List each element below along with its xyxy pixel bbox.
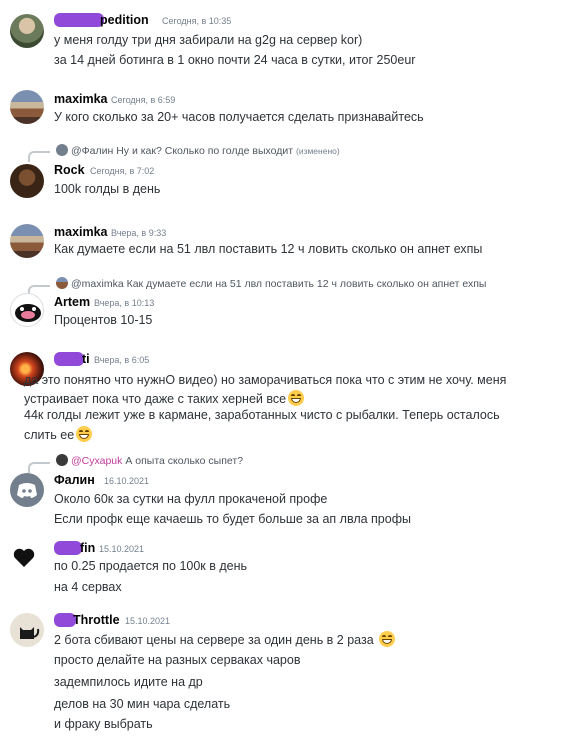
reply-connector xyxy=(28,462,50,473)
reply-connector xyxy=(28,151,50,162)
reply-author: @Фалин xyxy=(71,145,114,157)
artem-avatar-art xyxy=(15,304,41,322)
author-name[interactable]: Фалин xyxy=(54,473,95,487)
author-name[interactable]: Throttle xyxy=(73,613,120,627)
avatar[interactable] xyxy=(10,164,44,198)
cat-avatar-art xyxy=(20,627,40,639)
message-text: задемпилось идите на др xyxy=(54,675,203,689)
timestamp: Сегодня, в 6:59 xyxy=(111,95,176,105)
message-text-content: устраивает пока что даже с таких херней … xyxy=(24,392,287,406)
message-text: Около 60к за сутки на фулл прокаченой пр… xyxy=(54,492,328,506)
message-text: делов на 30 мин чара сделать xyxy=(54,697,231,711)
reply-author: @Сухарuk xyxy=(71,455,123,467)
timestamp: Вчера, в 6:05 xyxy=(94,355,150,365)
redaction-bar xyxy=(54,352,84,366)
author-name[interactable]: Rock xyxy=(54,163,85,177)
message-text: устраивает пока что даже с таких херней … xyxy=(24,390,305,406)
timestamp: Сегодня, в 10:35 xyxy=(162,16,232,26)
message-text: Как думаете если на 51 лвл поставить 12 … xyxy=(54,242,483,256)
redaction-bar xyxy=(54,13,104,27)
avatar xyxy=(56,277,68,289)
author-name[interactable]: pedition xyxy=(100,13,149,27)
avatar xyxy=(56,454,68,466)
discord-logo-icon[interactable] xyxy=(10,473,44,507)
redaction-bar xyxy=(54,541,82,555)
message-text: 100k голды в день xyxy=(54,182,161,196)
author-name[interactable]: ti xyxy=(82,352,90,366)
avatar[interactable] xyxy=(10,613,44,647)
author-name[interactable]: maximka xyxy=(54,92,108,106)
timestamp: 15.10.2021 xyxy=(99,544,145,554)
discord-logo-art xyxy=(17,483,37,498)
grinning-face-emoji xyxy=(288,390,305,406)
message-text: по 0.25 продается по 100к в день xyxy=(54,559,248,573)
avatar[interactable] xyxy=(10,224,44,258)
message-text: Процентов 10-15 xyxy=(54,313,153,327)
black-heart-icon[interactable] xyxy=(12,546,36,570)
message-text: 2 бота сбивают цены на сервере за один д… xyxy=(54,631,396,647)
author-name[interactable]: Artem xyxy=(54,295,90,309)
avatar[interactable] xyxy=(10,90,44,124)
reply-text: Ну и как? Сколько по голде выходит xyxy=(116,145,294,157)
reply-preview[interactable]: @maximka Как думаете если на 51 лвл пост… xyxy=(56,277,486,290)
reply-text: А опыта сколько сыпет? xyxy=(125,455,244,467)
message-text: да это понятно что нужнО видео) но замор… xyxy=(24,373,507,387)
message-text: за 14 дней ботинга в 1 окно почти 24 час… xyxy=(54,53,416,67)
timestamp: 15.10.2021 xyxy=(125,616,171,626)
message-text: на 4 сервах xyxy=(54,580,122,594)
author-name[interactable]: fin xyxy=(80,541,95,555)
avatar[interactable] xyxy=(10,14,44,48)
message-text: 44к голды лежит уже в кармане, заработан… xyxy=(24,408,500,422)
message-text-content: 2 бота сбивают цены на сервере за один д… xyxy=(54,633,374,647)
grinning-face-emoji xyxy=(379,631,396,647)
discord-logo-icon xyxy=(56,144,68,156)
timestamp: Вчера, в 10:13 xyxy=(94,298,155,308)
message-text: У кого сколько за 20+ часов получается с… xyxy=(54,110,424,124)
reply-preview[interactable]: @Фалин Ну и как? Сколько по голде выходи… xyxy=(56,144,340,157)
timestamp: Сегодня, в 7:02 xyxy=(90,166,155,176)
avatar[interactable] xyxy=(10,293,44,327)
grinning-face-emoji xyxy=(76,426,93,442)
edited-label: (изменено) xyxy=(295,146,340,156)
reply-preview[interactable]: @Сухарuk А опыта сколько сыпет? xyxy=(56,454,243,467)
message-text: слить ее xyxy=(24,426,93,442)
reply-author: @maximka xyxy=(71,278,124,290)
author-name[interactable]: maximka xyxy=(54,225,108,239)
timestamp: Вчера, в 9:33 xyxy=(111,228,167,238)
reply-text: Как думаете если на 51 лвл поставить 12 … xyxy=(126,278,487,290)
message-text: и фраку выбрать xyxy=(54,717,153,731)
message-text: просто делайте на разных серваках чаров xyxy=(54,653,301,667)
message-text: Если профк еще качаешь то будет больше з… xyxy=(54,512,411,526)
message-text: у меня голду три дня забирали на g2g на … xyxy=(54,33,363,47)
timestamp: 16.10.2021 xyxy=(104,476,150,486)
message-text-content: слить ее xyxy=(24,428,75,442)
